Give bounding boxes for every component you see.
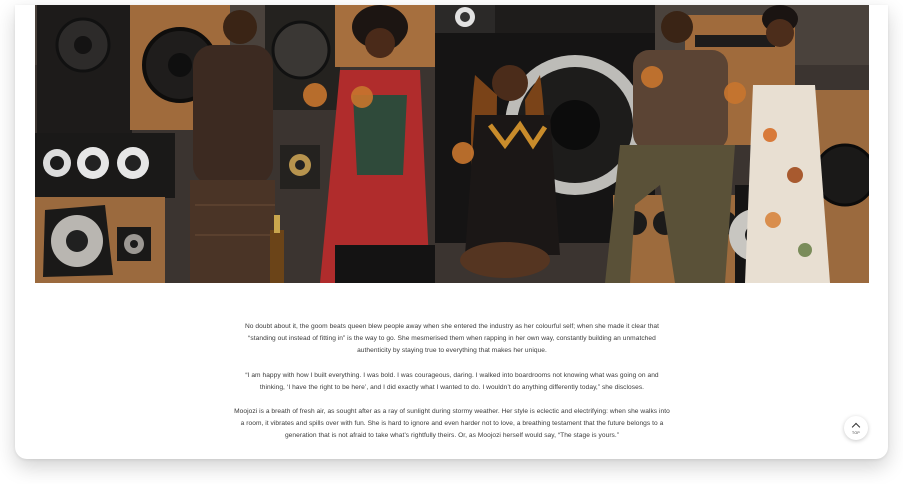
hero-image (35, 5, 869, 283)
article-paragraph: “I am happy with how I built everything.… (245, 371, 659, 391)
article-body: No doubt about it, the goom beats queen … (233, 321, 671, 455)
article-paragraph: Moojozi is a breath of fresh air, as sou… (234, 408, 670, 440)
article-card: No doubt about it, the goom beats queen … (15, 5, 888, 459)
article-paragraph: No doubt about it, the goom beats queen … (244, 323, 660, 355)
chevron-up-icon (851, 422, 861, 432)
scroll-to-top-label: TOP (851, 431, 861, 435)
scroll-to-top-button[interactable]: TOP (844, 416, 868, 440)
